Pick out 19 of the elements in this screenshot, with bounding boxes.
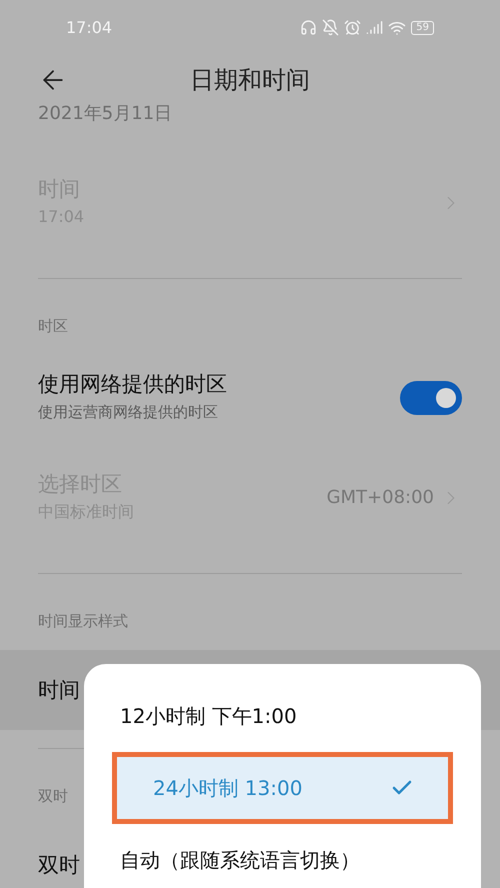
time-format-option[interactable]: 自动（跟随系统语言切换） bbox=[84, 824, 481, 888]
row-subtitle: 使用运营商网络提供的时区 bbox=[38, 402, 219, 424]
time-format-option[interactable]: 12小时制 下午1:00 bbox=[84, 680, 481, 752]
page-title: 日期和时间 bbox=[190, 65, 310, 96]
row-title: 使用网络提供的时区 bbox=[38, 371, 227, 398]
alarm-icon bbox=[344, 19, 362, 36]
section-label: 双时 bbox=[38, 786, 68, 806]
toggle-switch[interactable] bbox=[400, 380, 462, 414]
mute-icon bbox=[322, 19, 340, 36]
headphones-icon bbox=[300, 19, 318, 36]
signal-icon bbox=[366, 19, 384, 36]
section-label: 时间显示样式 bbox=[38, 610, 128, 632]
row-title: 时间 bbox=[38, 676, 80, 704]
status-time: 17:04 bbox=[66, 16, 112, 38]
settings-row[interactable]: 使用网络提供的时区 使用运营商网络提供的时区 bbox=[0, 355, 500, 440]
row-value: GMT+08:00 bbox=[326, 486, 434, 510]
battery-icon: 59 bbox=[411, 20, 434, 34]
section-label: 时区 bbox=[38, 316, 68, 336]
date-text: 2021年5月11日 bbox=[38, 105, 172, 123]
